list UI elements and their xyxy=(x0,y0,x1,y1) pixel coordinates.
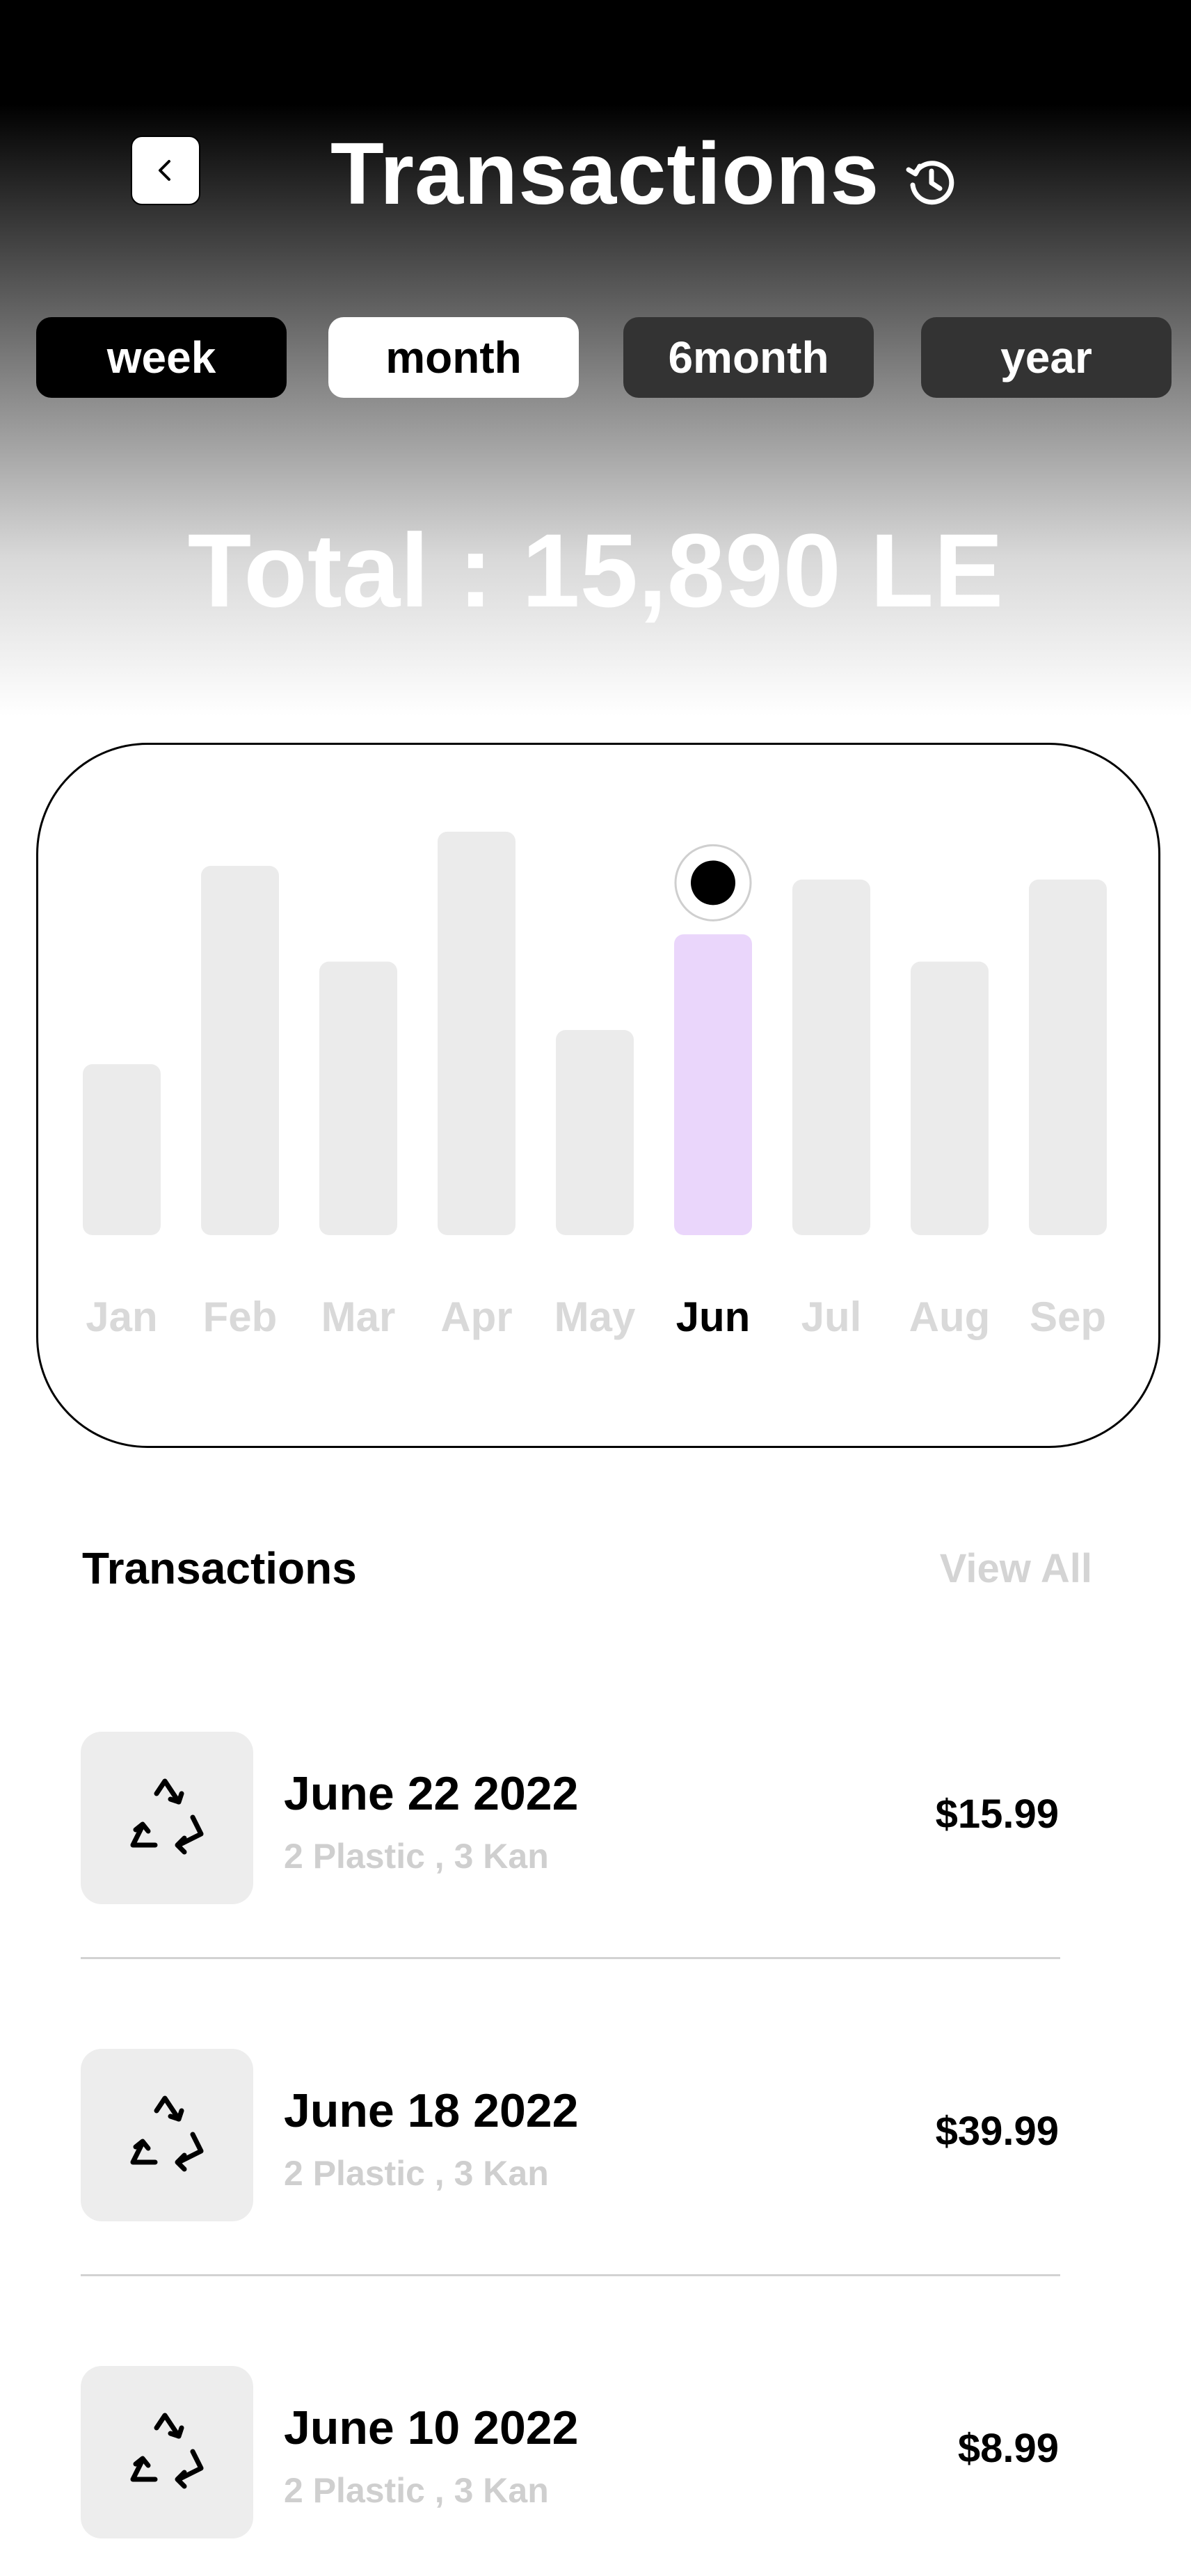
month-label-apr[interactable]: Apr xyxy=(440,1294,512,1340)
transaction-row[interactable]: June 22 2022 2 Plastic , 3 Kan $15.99 xyxy=(0,1732,1191,1940)
history-icon[interactable] xyxy=(903,154,959,210)
recycle-icon xyxy=(130,2095,204,2172)
chevron-left-icon xyxy=(159,160,170,181)
transaction-items: 2 Plastic , 3 Kan xyxy=(284,2471,549,2510)
bar-jan[interactable] xyxy=(83,1064,161,1235)
bar-jul[interactable] xyxy=(792,879,870,1235)
divider xyxy=(81,1957,1060,1959)
transaction-row[interactable]: June 18 2022 2 Plastic , 3 Kan $39.99 xyxy=(0,2049,1191,2257)
recycle-icon xyxy=(130,1778,204,1855)
transaction-items: 2 Plastic , 3 Kan xyxy=(284,2154,549,2193)
total-amount: Total : 15,890 LE xyxy=(187,512,1004,629)
tab-week[interactable]: week xyxy=(36,317,287,398)
bar-aug[interactable] xyxy=(911,961,989,1235)
bar-mar[interactable] xyxy=(319,961,397,1235)
back-button[interactable] xyxy=(131,136,200,205)
monthly-bar-chart: Jan Feb Mar Apr May Jun Jul Aug Sep xyxy=(83,831,1107,1340)
transaction-row[interactable]: June 10 2022 2 Plastic , 3 Kan $8.99 xyxy=(0,2366,1191,2575)
transaction-date: June 18 2022 xyxy=(284,2084,579,2137)
tab-year[interactable]: year xyxy=(921,317,1172,398)
bar-may[interactable] xyxy=(556,1030,634,1235)
month-label-jul[interactable]: Jul xyxy=(801,1294,862,1340)
bar-jun[interactable] xyxy=(674,934,752,1235)
bar-feb[interactable] xyxy=(201,866,279,1235)
view-all-link[interactable]: View All xyxy=(940,1545,1092,1592)
tab-6month[interactable]: 6month xyxy=(623,317,874,398)
page-title: Transactions xyxy=(330,124,880,223)
month-label-may[interactable]: May xyxy=(554,1294,636,1340)
transaction-thumbnail xyxy=(81,2049,253,2221)
transaction-date: June 22 2022 xyxy=(284,1767,579,1820)
transaction-date: June 10 2022 xyxy=(284,2401,579,2454)
month-label-sep[interactable]: Sep xyxy=(1030,1294,1106,1340)
month-label-mar[interactable]: Mar xyxy=(321,1294,396,1340)
transaction-thumbnail xyxy=(81,1732,253,1904)
bar-sep[interactable] xyxy=(1029,879,1107,1235)
recycle-icon xyxy=(130,2413,204,2489)
period-tabs: week month 6month year xyxy=(36,317,1173,398)
month-label-aug[interactable]: Aug xyxy=(909,1294,991,1340)
month-label-jun[interactable]: Jun xyxy=(676,1294,751,1340)
transaction-thumbnail xyxy=(81,2366,253,2538)
month-label-jan[interactable]: Jan xyxy=(86,1294,157,1340)
divider xyxy=(81,2274,1060,2276)
month-label-feb[interactable]: Feb xyxy=(203,1294,278,1340)
transactions-heading: Transactions xyxy=(82,1543,357,1593)
transaction-amount: $8.99 xyxy=(957,2426,1059,2471)
selected-marker-dot xyxy=(691,860,735,905)
transaction-items: 2 Plastic , 3 Kan xyxy=(284,1837,549,1876)
transaction-amount: $39.99 xyxy=(935,2109,1059,2154)
chart-card: Jan Feb Mar Apr May Jun Jul Aug Sep xyxy=(36,743,1160,1448)
tab-month[interactable]: month xyxy=(328,317,579,398)
bar-apr[interactable] xyxy=(438,831,515,1235)
transaction-amount: $15.99 xyxy=(935,1792,1059,1837)
